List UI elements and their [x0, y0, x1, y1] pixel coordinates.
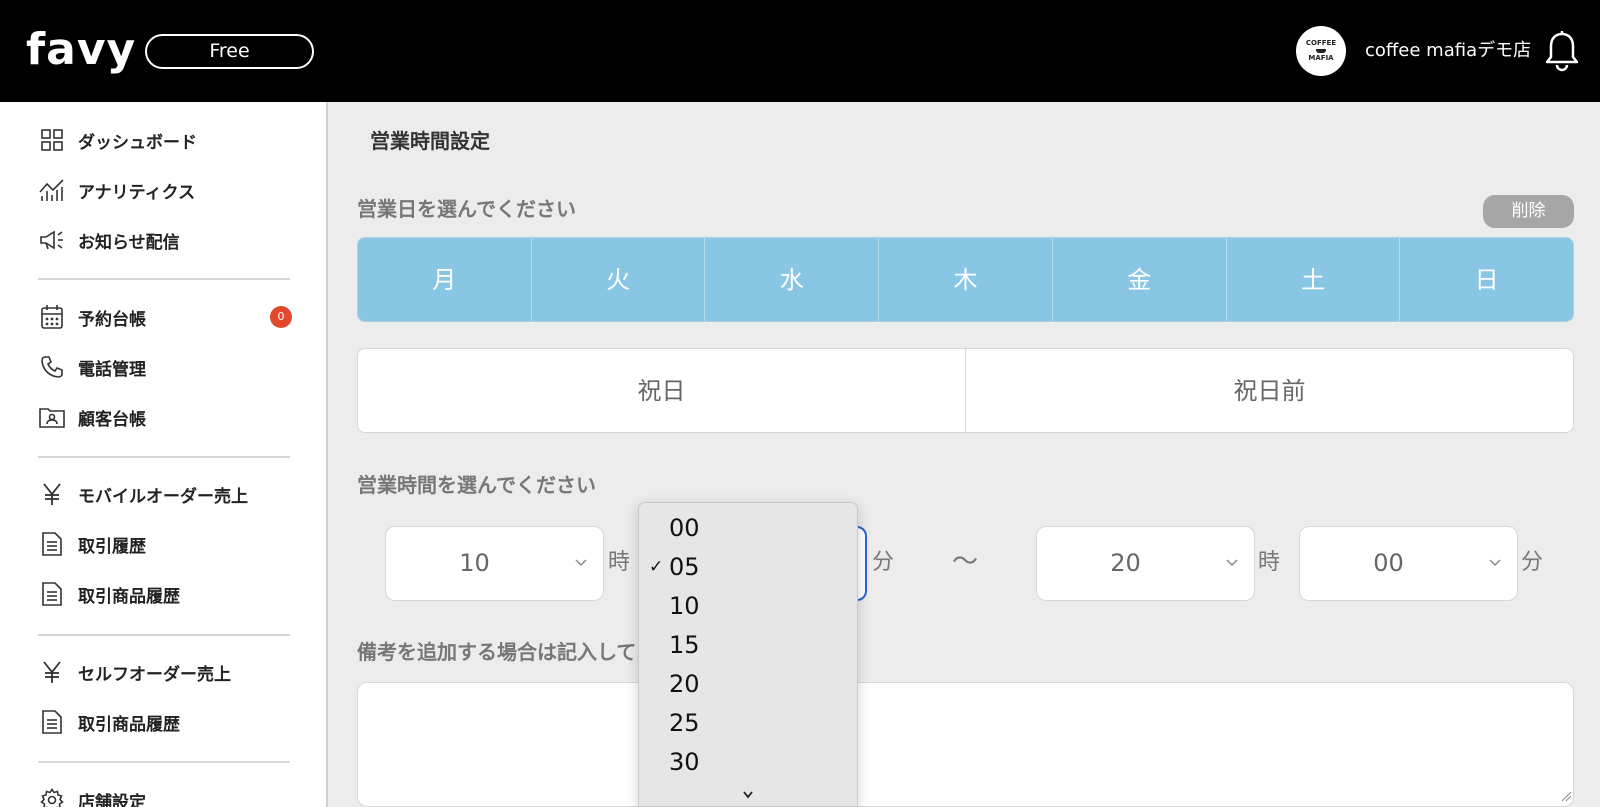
sidebar-item-label: 店舗設定	[78, 792, 146, 807]
weekday-sunday[interactable]: 日	[1400, 238, 1573, 321]
sidebar-divider	[38, 278, 290, 280]
document-icon	[38, 530, 66, 558]
weekday-selector: 月 火 水 木 金 土 日	[357, 237, 1574, 322]
business-hours-label: 営業時間を選んでください	[357, 473, 596, 497]
store-avatar[interactable]: COFFEE MAFIA	[1296, 26, 1346, 76]
weekday-thursday[interactable]: 木	[879, 238, 1053, 321]
sidebar-item-self-order-sales[interactable]: セルフオーダー売上	[38, 654, 298, 690]
sidebar-item-label: モバイルオーダー売上	[78, 486, 248, 507]
sidebar-item-self-order-product-history[interactable]: 取引商品履歴	[38, 704, 298, 740]
hour-unit-label: 時	[608, 550, 631, 575]
end-minute-value: 00	[1373, 549, 1404, 577]
start-hour-value: 10	[459, 549, 490, 577]
document-icon	[38, 580, 66, 608]
business-days-label: 営業日を選んでください	[357, 197, 576, 221]
sidebar-item-reservations[interactable]: 予約台帳 0	[38, 299, 298, 335]
yen-icon	[38, 480, 66, 508]
minute-option[interactable]: 20	[639, 665, 857, 704]
time-range-separator: 〜	[952, 547, 979, 577]
checkmark-icon: ✓	[649, 557, 664, 577]
page-title: 営業時間設定	[370, 129, 490, 153]
document-icon	[38, 708, 66, 736]
reservation-count-badge: 0	[270, 306, 292, 328]
weekday-friday[interactable]: 金	[1053, 238, 1227, 321]
option-label: 30	[669, 748, 700, 776]
sidebar-item-label: ダッシュボード	[78, 132, 197, 153]
sidebar-item-transaction-history[interactable]: 取引履歴	[38, 526, 298, 562]
sidebar-item-label: セルフオーダー売上	[78, 664, 231, 685]
sidebar-item-store-settings[interactable]: 店舗設定	[38, 782, 298, 807]
minute-option[interactable]: 25	[639, 704, 857, 743]
analytics-chart-icon	[38, 176, 66, 204]
weekday-monday[interactable]: 月	[358, 238, 532, 321]
minute-option[interactable]: 30	[639, 743, 857, 782]
delete-button[interactable]: 削除	[1483, 195, 1574, 228]
top-header: favy Free COFFEE MAFIA coffee mafiaデモ店	[0, 0, 1600, 102]
dashboard-grid-icon	[38, 126, 66, 154]
weekday-tuesday[interactable]: 火	[532, 238, 706, 321]
option-label: 20	[669, 670, 700, 698]
holiday-selector: 祝日 祝日前	[357, 348, 1574, 433]
sidebar-item-label: 予約台帳	[78, 309, 146, 330]
calendar-icon	[38, 303, 66, 331]
sidebar-item-label: お知らせ配信	[78, 232, 180, 253]
sidebar-item-mobile-order-sales[interactable]: モバイルオーダー売上	[38, 476, 298, 512]
sidebar-item-dashboard[interactable]: ダッシュボード	[38, 122, 298, 158]
sidebar-item-label: アナリティクス	[78, 182, 196, 203]
end-hour-select[interactable]: 20	[1036, 526, 1255, 601]
avatar-text-top: COFFEE	[1305, 39, 1337, 47]
notes-textarea[interactable]	[357, 682, 1574, 807]
end-hour-value: 20	[1110, 549, 1141, 577]
sidebar-item-phone[interactable]: 電話管理	[38, 349, 298, 385]
sidebar-item-customers[interactable]: 顧客台帳	[38, 399, 298, 435]
minute-dropdown-list: 00 ✓ 05 10 15 20 25 30	[638, 502, 858, 807]
phone-icon	[38, 353, 66, 381]
weekday-wednesday[interactable]: 水	[705, 238, 880, 321]
sidebar-item-announcements[interactable]: お知らせ配信	[38, 222, 298, 258]
mug-icon	[1316, 49, 1326, 53]
sidebar-item-label: 取引商品履歴	[78, 586, 180, 607]
end-minute-select[interactable]: 00	[1299, 526, 1518, 601]
minute-unit-label: 分	[1521, 550, 1544, 575]
sidebar-item-transaction-product-history[interactable]: 取引商品履歴	[38, 576, 298, 612]
option-label: 05	[669, 553, 700, 581]
yen-icon	[38, 658, 66, 686]
sidebar-item-label: 顧客台帳	[78, 409, 146, 430]
minute-option-selected[interactable]: ✓ 05	[639, 548, 857, 587]
sidebar-divider	[38, 456, 290, 458]
minute-unit-label: 分	[872, 550, 895, 575]
day-before-holiday-option[interactable]: 祝日前	[966, 349, 1573, 432]
sidebar-item-label: 取引履歴	[78, 536, 146, 557]
chevron-down-icon	[1226, 559, 1238, 567]
minute-option[interactable]: 15	[639, 626, 857, 665]
holiday-option[interactable]: 祝日	[358, 349, 966, 432]
option-label: 25	[669, 709, 700, 737]
sidebar-item-analytics[interactable]: アナリティクス	[38, 172, 298, 208]
plan-badge[interactable]: Free	[145, 34, 314, 69]
weekday-saturday[interactable]: 土	[1227, 238, 1401, 321]
chevron-down-icon	[1489, 559, 1501, 567]
option-label: 15	[669, 631, 700, 659]
option-label: 00	[669, 514, 700, 542]
favy-logo[interactable]: favy	[26, 22, 136, 78]
minute-option[interactable]: 10	[639, 587, 857, 626]
sidebar-item-label: 取引商品履歴	[78, 714, 180, 735]
megaphone-icon	[38, 226, 66, 254]
option-label: 10	[669, 592, 700, 620]
minute-option[interactable]: 00	[639, 509, 857, 548]
sidebar-divider	[38, 634, 290, 636]
bell-icon[interactable]	[1544, 30, 1580, 72]
store-name[interactable]: coffee mafiaデモ店	[1365, 38, 1531, 64]
sidebar-item-label: 電話管理	[78, 359, 146, 380]
start-hour-select[interactable]: 10	[385, 526, 604, 601]
sidebar: ダッシュボード アナリティクス お知らせ配信 予約台帳 0 電話管理 顧客台帳	[0, 102, 328, 807]
avatar-text-bottom: MAFIA	[1308, 54, 1334, 62]
scroll-down-chevron-icon[interactable]	[740, 789, 756, 801]
sidebar-divider	[38, 761, 290, 763]
gear-icon	[38, 786, 66, 807]
chevron-down-icon	[575, 559, 587, 567]
resize-grip-icon[interactable]	[1560, 790, 1572, 802]
hour-unit-label: 時	[1258, 550, 1281, 575]
customer-folder-icon	[38, 403, 66, 431]
